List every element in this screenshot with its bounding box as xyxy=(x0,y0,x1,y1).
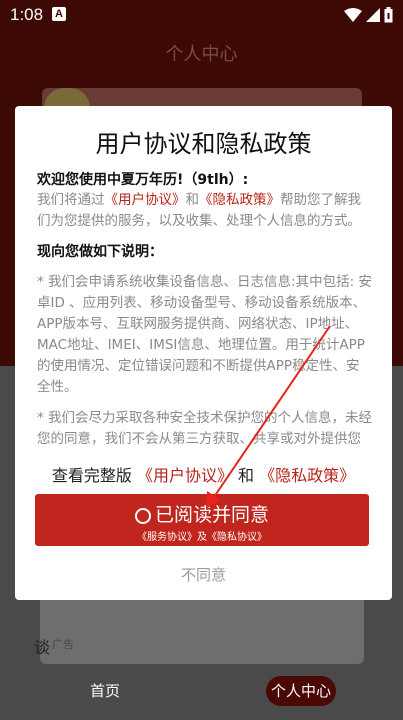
notice-item-2: * 我们会尽力采取各种安全技术保护您的个人信息，未经您的同意，我们不会从第三方获… xyxy=(37,410,373,447)
signal-icon xyxy=(366,8,380,22)
full-version-line: 查看完整版 《用户协议》 和 《隐私政策》 xyxy=(15,462,392,486)
nav-home[interactable]: 首页 xyxy=(90,680,120,701)
agree-main: 已阅读并同意 xyxy=(35,500,369,527)
notification-a-icon: A xyxy=(52,7,66,21)
agree-sub-label: 《服务协议》及《隐私协议》 xyxy=(137,532,267,543)
battery-icon xyxy=(384,7,393,23)
full-and: 和 xyxy=(238,466,255,485)
status-time: 1:08 xyxy=(10,5,44,24)
full-version-prefix: 查看完整版 xyxy=(51,466,132,485)
decline-button[interactable]: 不同意 xyxy=(15,564,392,585)
user-agreement-link[interactable]: 《用户协议》 xyxy=(105,192,186,208)
intro-text-start: 我们将通过 xyxy=(37,192,105,208)
intro-paragraph: 我们将通过《用户协议》和《隐私政策》帮助您了解我们为您提供的服务，以及收集、处理… xyxy=(37,190,373,232)
agree-label: 已阅读并同意 xyxy=(154,504,269,526)
radio-circle-icon xyxy=(134,507,151,524)
app-header: 个人中心 xyxy=(0,30,403,76)
nav-profile[interactable]: 个人中心 xyxy=(266,676,336,706)
status-icons xyxy=(344,7,393,23)
bottom-nav: 首页 个人中心 xyxy=(0,666,403,720)
agree-button[interactable]: 已阅读并同意 《服务协议》及《隐私协议》 xyxy=(35,494,369,546)
background-list-glyph: 谈 xyxy=(34,638,51,657)
privacy-policy-link[interactable]: 《隐私政策》 xyxy=(199,192,280,208)
dialog-title: 用户协议和隐私政策 xyxy=(95,130,312,158)
privacy-dialog: 用户协议和隐私政策 欢迎您使用中夏万年历!（9tlh）: 我们将通过《用户协议》… xyxy=(15,106,392,600)
full-user-agreement-link[interactable]: 《用户协议》 xyxy=(137,466,233,485)
dialog-scroll-content[interactable]: 欢迎您使用中夏万年历!（9tlh）: 我们将通过《用户协议》和《隐私政策》帮助您… xyxy=(37,170,373,548)
page-title: 个人中心 xyxy=(165,44,238,65)
status-bar: 1:08 A xyxy=(0,0,403,30)
notice-item-1: * 我们会申请系统收集设备信息、日志信息:其中包括: 安卓ID 、应用列表、移动… xyxy=(37,274,372,395)
wifi-icon xyxy=(344,8,362,22)
full-privacy-policy-link[interactable]: 《隐私政策》 xyxy=(259,466,355,485)
notice-heading: 现向您做如下说明： xyxy=(37,244,163,260)
intro-and: 和 xyxy=(185,192,200,208)
ad-label: 广告 xyxy=(52,638,74,651)
welcome-heading: 欢迎您使用中夏万年历!（9tlh）: xyxy=(37,172,249,188)
